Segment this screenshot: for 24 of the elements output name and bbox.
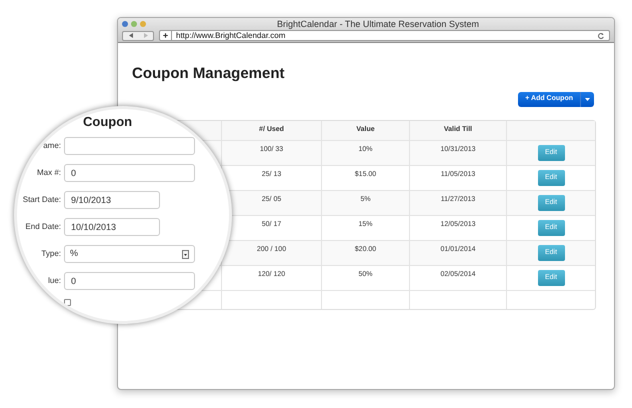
input-field[interactable]: 10/10/2013 bbox=[64, 218, 160, 236]
reload-icon[interactable] bbox=[597, 32, 605, 40]
field-label: Type: bbox=[41, 248, 61, 260]
close-icon[interactable] bbox=[122, 20, 128, 26]
forward-arrow-icon bbox=[144, 33, 148, 38]
address-bar[interactable]: http://www.BrightCalendar.com bbox=[159, 30, 610, 41]
field-label: End Date: bbox=[25, 221, 61, 233]
url-text: http://www.BrightCalendar.com bbox=[176, 32, 286, 40]
field-label: lue: bbox=[48, 275, 61, 287]
input-field[interactable]: 9/10/2013 bbox=[64, 191, 160, 209]
checkbox[interactable] bbox=[64, 299, 71, 306]
type-select[interactable]: % bbox=[64, 245, 195, 263]
page-title: Coupon Management bbox=[132, 66, 286, 81]
input-field[interactable] bbox=[64, 137, 195, 155]
input-field[interactable]: 0 bbox=[64, 272, 195, 290]
field-label: Start Date: bbox=[22, 194, 61, 206]
back-arrow-icon bbox=[128, 33, 132, 38]
input-field[interactable]: 0 bbox=[64, 164, 195, 182]
field-label: ame: bbox=[43, 140, 61, 152]
plus-icon[interactable] bbox=[160, 31, 172, 40]
field-label: Max #: bbox=[36, 167, 61, 179]
form-title: Coupon bbox=[83, 115, 134, 128]
window-title: BrightCalendar - The Ultimate Reservation System bbox=[276, 18, 480, 28]
back-forward-buttons[interactable] bbox=[122, 30, 154, 40]
